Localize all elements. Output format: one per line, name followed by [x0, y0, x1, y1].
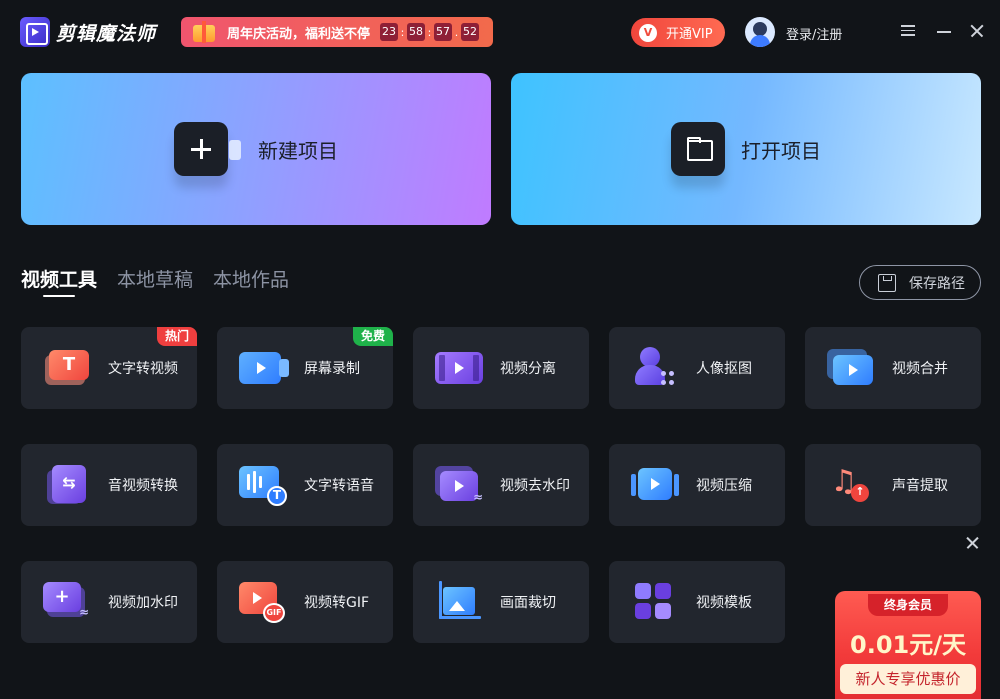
- vip-button[interactable]: V 开通VIP: [631, 18, 725, 47]
- close-icon[interactable]: [968, 22, 986, 40]
- promo-close-icon[interactable]: [965, 535, 981, 551]
- tool-label: 视频合并: [892, 361, 948, 377]
- tool-label: 音视频转换: [108, 478, 178, 494]
- new-project-label: 新建项目: [258, 138, 338, 163]
- promo-tag: 终身会员: [868, 594, 948, 616]
- remove-watermark-icon: ≈: [435, 462, 487, 508]
- menu-icon[interactable]: [901, 22, 919, 40]
- tool-label: 视频分离: [500, 361, 556, 377]
- save-path-button[interactable]: 保存路径: [859, 265, 981, 300]
- video-to-gif-icon: GIF: [239, 579, 291, 625]
- free-badge: 免费: [352, 327, 393, 346]
- tool-label: 视频加水印: [108, 595, 178, 611]
- tab-local-drafts[interactable]: 本地草稿: [117, 265, 193, 292]
- hot-badge: 热门: [156, 327, 197, 346]
- countdown-seconds: 57: [434, 23, 453, 41]
- screen-record-icon: [239, 345, 291, 391]
- tool-label: 文字转视频: [108, 361, 178, 377]
- countdown-minutes: 58: [407, 23, 426, 41]
- gift-icon: [189, 19, 219, 45]
- tool-label: 声音提取: [892, 478, 948, 494]
- new-project-icon: [174, 122, 241, 176]
- tool-video-to-gif[interactable]: GIF 视频转GIF: [217, 561, 393, 643]
- tool-label: 视频转GIF: [304, 595, 370, 611]
- video-merge-icon: [827, 345, 879, 391]
- tool-video-merge[interactable]: 视频合并: [805, 327, 981, 409]
- tool-label: 画面裁切: [500, 595, 556, 611]
- av-convert-icon: ⇆: [43, 462, 95, 508]
- video-template-icon: [631, 579, 683, 625]
- vip-label: 开通VIP: [666, 27, 713, 42]
- app-title: 剪辑魔法师: [56, 23, 157, 45]
- login-link[interactable]: 登录/注册: [786, 24, 842, 43]
- open-project-label: 打开项目: [741, 138, 821, 163]
- portrait-matting-icon: [631, 345, 683, 391]
- save-icon: [878, 273, 896, 292]
- add-watermark-icon: + ≈: [43, 579, 95, 625]
- tool-label: 视频模板: [696, 595, 752, 611]
- promo-price: 0.01元/天: [850, 631, 966, 659]
- video-split-icon: [435, 345, 487, 391]
- new-project-card[interactable]: 新建项目: [21, 73, 491, 225]
- tool-remove-watermark[interactable]: ≈ 视频去水印: [413, 444, 589, 526]
- tool-label: 视频去水印: [500, 478, 570, 494]
- promo-text: 周年庆活动，福利送不停: [227, 26, 371, 42]
- countdown-hours: 23: [380, 23, 399, 41]
- tool-av-convert[interactable]: ⇆ 音视频转换: [21, 444, 197, 526]
- promo-banner[interactable]: 周年庆活动，福利送不停 23 : 58 : 57 . 52: [181, 17, 493, 47]
- tool-label: 文字转语音: [304, 478, 374, 494]
- crop-icon: [435, 579, 487, 625]
- title-bar: 剪辑魔法师 周年庆活动，福利送不停 23 : 58 : 57 . 52 V 开通…: [0, 0, 1000, 64]
- tool-text-to-video[interactable]: T 文字转视频 热门: [21, 327, 197, 409]
- tab-video-tools[interactable]: 视频工具: [21, 265, 97, 297]
- lifetime-membership-promo[interactable]: 终身会员 0.01元/天 新人专享优惠价: [835, 591, 981, 699]
- vip-icon: V: [639, 23, 657, 42]
- tool-audio-extract[interactable]: ♫ ↑ 声音提取: [805, 444, 981, 526]
- audio-extract-icon: ♫ ↑: [827, 462, 879, 508]
- video-compress-icon: [631, 462, 683, 508]
- tool-portrait-matting[interactable]: 人像抠图: [609, 327, 785, 409]
- countdown-centiseconds: 52: [461, 23, 480, 41]
- open-project-card[interactable]: 打开项目: [511, 73, 981, 225]
- tool-label: 屏幕录制: [304, 361, 360, 377]
- tool-label: 人像抠图: [696, 361, 752, 377]
- tool-add-watermark[interactable]: + ≈ 视频加水印: [21, 561, 197, 643]
- minimize-icon[interactable]: [935, 22, 953, 40]
- save-path-label: 保存路径: [909, 275, 965, 292]
- text-to-speech-icon: T: [239, 462, 291, 508]
- tool-video-split[interactable]: 视频分离: [413, 327, 589, 409]
- tool-video-compress[interactable]: 视频压缩: [609, 444, 785, 526]
- text-to-video-icon: T: [43, 345, 95, 391]
- promo-subtitle: 新人专享优惠价: [840, 664, 976, 694]
- tool-text-to-speech[interactable]: T 文字转语音: [217, 444, 393, 526]
- tab-local-works[interactable]: 本地作品: [213, 265, 289, 292]
- tool-crop[interactable]: 画面裁切: [413, 561, 589, 643]
- tab-bar: 视频工具 本地草稿 本地作品: [21, 265, 309, 297]
- tool-label: 视频压缩: [696, 478, 752, 494]
- tool-video-template[interactable]: 视频模板: [609, 561, 785, 643]
- tool-screen-record[interactable]: 屏幕录制 免费: [217, 327, 393, 409]
- folder-icon: [671, 122, 725, 176]
- app-logo-icon: [20, 17, 50, 47]
- avatar[interactable]: [745, 17, 775, 47]
